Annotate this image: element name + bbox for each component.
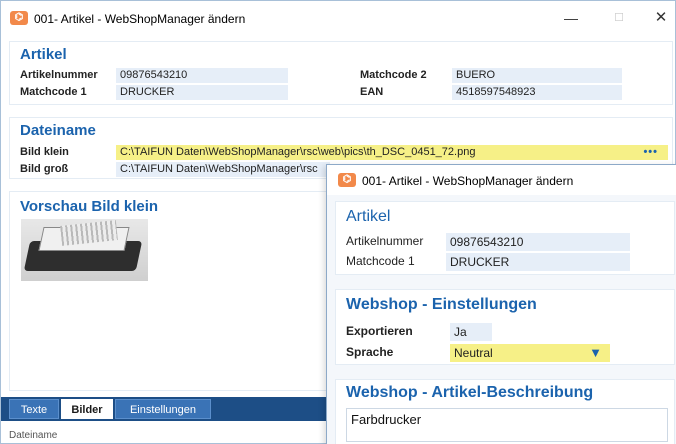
overlay-artikel-panel: Artikel Artikelnummer 09876543210 Matchc… (335, 201, 675, 275)
overlay-artikel-heading: Artikel (346, 208, 391, 225)
tab-einstellungen[interactable]: Einstellungen (115, 399, 211, 419)
bild-klein-field[interactable]: C:\TAIFUN Daten\WebShopManager\rsc\web\p… (116, 145, 668, 160)
webshop-einstellungen-panel: Webshop - Einstellungen Exportieren Ja S… (335, 289, 675, 365)
beschreibung-panel: Webshop - Artikel-Beschreibung Farbdruck… (335, 379, 675, 444)
tab-texte[interactable]: Texte (9, 399, 59, 419)
overlay-matchcode1-field[interactable]: DRUCKER (446, 253, 630, 271)
artikelnummer-label: Artikelnummer (20, 69, 98, 81)
matchcode2-field[interactable]: BUERO (452, 68, 622, 83)
close-icon[interactable]: ✕ (651, 9, 671, 27)
sprache-label: Sprache (346, 345, 394, 359)
beschreibung-textarea[interactable]: Farbdrucker (346, 408, 668, 442)
app-logo-icon: ⌬ (338, 173, 356, 187)
overlay-artikelnummer-label: Artikelnummer (346, 234, 424, 248)
bild-klein-label: Bild klein (20, 146, 69, 158)
status-text: Dateiname (9, 430, 58, 441)
sprache-selected-value: Neutral (454, 346, 493, 360)
overlay-matchcode1-label: Matchcode 1 (346, 254, 415, 268)
window-title: 001- Artikel - WebShopManager ändern (34, 12, 246, 26)
app-logo-icon: ⌬ (10, 11, 28, 25)
scanner-preview-image (21, 219, 148, 281)
artikel-panel: Artikel Artikelnummer 09876543210 Matchc… (9, 41, 673, 105)
matchcode2-label: Matchcode 2 (360, 69, 427, 81)
overlay-window: ⌬ 001- Artikel - WebShopManager ändern A… (326, 164, 676, 444)
matchcode1-label: Matchcode 1 (20, 86, 87, 98)
browse-icon[interactable]: ••• (643, 145, 658, 160)
chevron-down-icon[interactable]: ▼ (589, 344, 602, 362)
exportieren-label: Exportieren (346, 324, 413, 338)
maximize-icon[interactable]: ☐ (609, 9, 629, 27)
main-titlebar[interactable]: ⌬ 001- Artikel - WebShopManager ändern —… (1, 1, 675, 39)
beschreibung-heading: Webshop - Artikel-Beschreibung (346, 384, 594, 401)
tab-bilder[interactable]: Bilder (61, 399, 113, 419)
ean-field[interactable]: 4518597548923 (452, 85, 622, 100)
bild-gross-label: Bild groß (20, 163, 69, 175)
artikel-heading: Artikel (20, 46, 67, 63)
matchcode1-field[interactable]: DRUCKER (116, 85, 288, 100)
vorschau-heading: Vorschau Bild klein (20, 198, 159, 215)
overlay-window-title: 001- Artikel - WebShopManager ändern (362, 174, 574, 188)
exportieren-field[interactable]: Ja (450, 323, 492, 341)
bild-klein-path: C:\TAIFUN Daten\WebShopManager\rsc\web\p… (120, 146, 476, 158)
ean-label: EAN (360, 86, 384, 98)
overlay-artikelnummer-field[interactable]: 09876543210 (446, 233, 630, 251)
minimize-icon[interactable]: — (561, 9, 581, 27)
bild-gross-field[interactable]: C:\TAIFUN Daten\WebShopManager\rsc (116, 162, 330, 177)
overlay-titlebar[interactable]: ⌬ 001- Artikel - WebShopManager ändern (327, 165, 676, 195)
webshop-einstellungen-heading: Webshop - Einstellungen (346, 296, 537, 313)
artikelnummer-field[interactable]: 09876543210 (116, 68, 288, 83)
dateiname-heading: Dateiname (20, 122, 96, 139)
sprache-select[interactable]: Neutral ▼ (450, 344, 610, 362)
